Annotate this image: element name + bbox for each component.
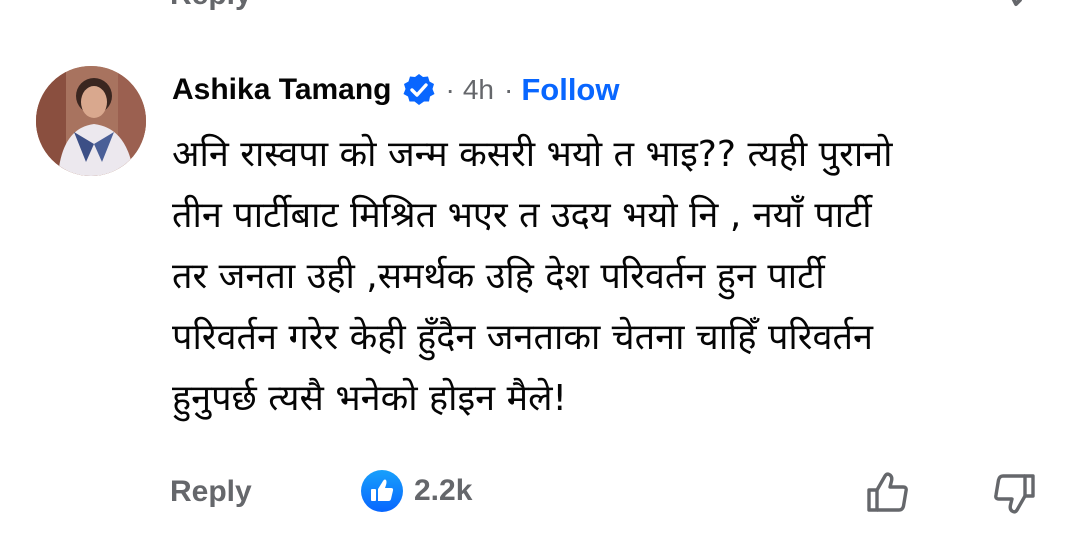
follow-button[interactable]: Follow xyxy=(521,72,619,108)
comment-actions: Reply 2.2k xyxy=(0,467,1080,523)
author-name[interactable]: Ashika Tamang xyxy=(172,73,392,107)
previous-reply-button[interactable]: Reply xyxy=(170,0,252,12)
thumbs-down-outline-icon[interactable] xyxy=(988,467,1040,519)
comment-body-line: परिवर्तन गरेर केही हुँदैन जनताका चेतना च… xyxy=(172,317,873,358)
previous-thumbs-down-icon[interactable] xyxy=(988,0,1034,12)
comment-timestamp[interactable]: 4h xyxy=(463,74,494,106)
verified-badge-icon xyxy=(402,73,436,107)
thumbs-up-outline-icon[interactable] xyxy=(862,467,914,519)
comment-body-line: अनि रास्वपा को जन्म कसरी भयो त भाइ?? त्य… xyxy=(172,134,893,175)
comment-body-line: तर जनता उही ,समर्थक उहि देश परिवर्तन हुन… xyxy=(172,256,825,297)
previous-thumbs-up-icon[interactable] xyxy=(862,0,908,12)
reaction-count: 2.2k xyxy=(414,474,473,507)
like-icon xyxy=(360,469,404,513)
previous-comment-actions: Reply xyxy=(0,0,1080,11)
avatar[interactable] xyxy=(36,66,146,176)
comment-body: अनि रास्वपा को जन्म कसरी भयो त भाइ?? त्य… xyxy=(172,124,1052,429)
comment-header: Ashika Tamang · 4h · Follow xyxy=(172,68,619,112)
separator-dot: · xyxy=(445,74,455,105)
comment-body-line: हुनुपर्छ त्यसै भनेको होइन मैले! xyxy=(172,378,567,419)
separator-dot: · xyxy=(504,74,514,105)
reply-button[interactable]: Reply xyxy=(170,475,252,509)
reaction-summary[interactable]: 2.2k xyxy=(360,469,472,513)
comment-body-line: तीन पार्टीबाट मिश्रित भएर त उदय भयो नि ,… xyxy=(172,195,872,236)
